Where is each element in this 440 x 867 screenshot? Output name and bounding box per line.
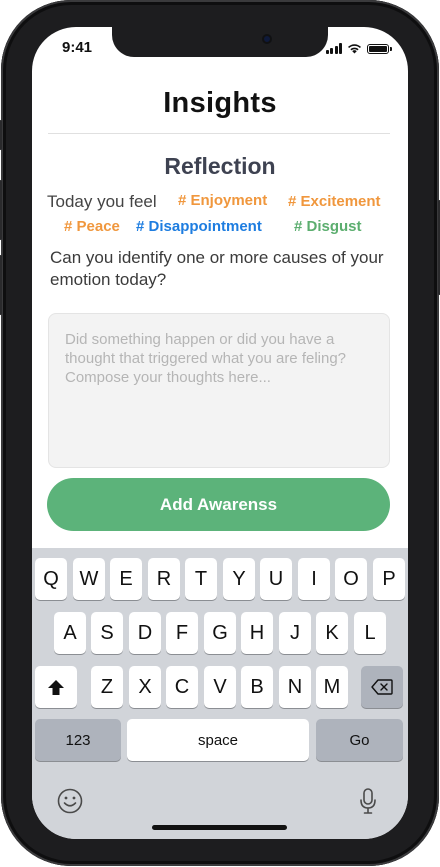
- reflection-question: Can you identify one or more causes of y…: [50, 248, 384, 289]
- key-j[interactable]: J: [279, 612, 311, 654]
- mute-switch: [0, 120, 2, 150]
- shift-key[interactable]: [35, 666, 77, 708]
- key-e[interactable]: E: [110, 558, 142, 600]
- key-u[interactable]: U: [260, 558, 292, 600]
- emotion-tag-disgust[interactable]: # Disgust: [294, 218, 362, 235]
- key-c[interactable]: C: [166, 666, 198, 708]
- keyboard: Q W E R T Y U I O P A S D F G H J K L Z …: [32, 548, 408, 839]
- emotion-tag-enjoyment[interactable]: # Enjoyment: [178, 192, 267, 209]
- numbers-key[interactable]: 123: [35, 719, 121, 761]
- backspace-key[interactable]: [361, 666, 403, 708]
- title-divider: [48, 133, 390, 134]
- notch: [112, 27, 328, 57]
- status-time: 9:41: [62, 39, 93, 56]
- key-i[interactable]: I: [298, 558, 330, 600]
- cellular-signal-icon: [325, 43, 342, 54]
- key-f[interactable]: F: [166, 612, 198, 654]
- emotion-tag-excitement[interactable]: # Excitement: [288, 193, 381, 210]
- key-o[interactable]: O: [335, 558, 367, 600]
- battery-tip: [390, 46, 392, 51]
- key-t[interactable]: T: [185, 558, 217, 600]
- go-key[interactable]: Go: [316, 719, 403, 761]
- add-awareness-button[interactable]: Add Awarenss: [47, 478, 390, 531]
- key-h[interactable]: H: [241, 612, 273, 654]
- key-x[interactable]: X: [129, 666, 161, 708]
- front-camera: [262, 34, 272, 44]
- wifi-icon: [348, 44, 361, 54]
- backspace-icon: [371, 679, 393, 695]
- status-icons: [325, 43, 392, 54]
- key-v[interactable]: V: [204, 666, 236, 708]
- emotion-tag-disappointment[interactable]: # Disappointment: [136, 218, 262, 235]
- key-p[interactable]: P: [373, 558, 405, 600]
- shift-icon: [48, 679, 64, 695]
- phone-frame: 9:41 Insights Reflection Today you feel …: [0, 0, 440, 866]
- key-z[interactable]: Z: [91, 666, 123, 708]
- space-key[interactable]: space: [127, 719, 309, 761]
- battery-icon: [367, 43, 389, 54]
- page-title: Insights: [163, 87, 277, 119]
- key-g[interactable]: G: [204, 612, 236, 654]
- key-a[interactable]: A: [54, 612, 86, 654]
- key-n[interactable]: N: [279, 666, 311, 708]
- key-w[interactable]: W: [73, 558, 105, 600]
- key-y[interactable]: Y: [223, 558, 255, 600]
- screen: 9:41 Insights Reflection Today you feel …: [32, 27, 408, 839]
- volume-down-button: [0, 255, 2, 315]
- key-k[interactable]: K: [316, 612, 348, 654]
- thoughts-textarea[interactable]: Did something happen or did you have a t…: [48, 313, 390, 468]
- key-m[interactable]: M: [316, 666, 348, 708]
- microphone-icon[interactable]: [358, 787, 378, 815]
- key-d[interactable]: D: [129, 612, 161, 654]
- home-indicator[interactable]: [152, 825, 287, 830]
- emotion-tag-peace[interactable]: # Peace: [64, 218, 120, 235]
- volume-up-button: [0, 180, 2, 240]
- section-subtitle: Reflection: [164, 153, 276, 179]
- feel-prefix: Today you feel: [47, 192, 157, 211]
- emoji-icon[interactable]: [56, 787, 84, 815]
- key-b[interactable]: B: [241, 666, 273, 708]
- key-l[interactable]: L: [354, 612, 386, 654]
- key-r[interactable]: R: [148, 558, 180, 600]
- key-s[interactable]: S: [91, 612, 123, 654]
- key-q[interactable]: Q: [35, 558, 67, 600]
